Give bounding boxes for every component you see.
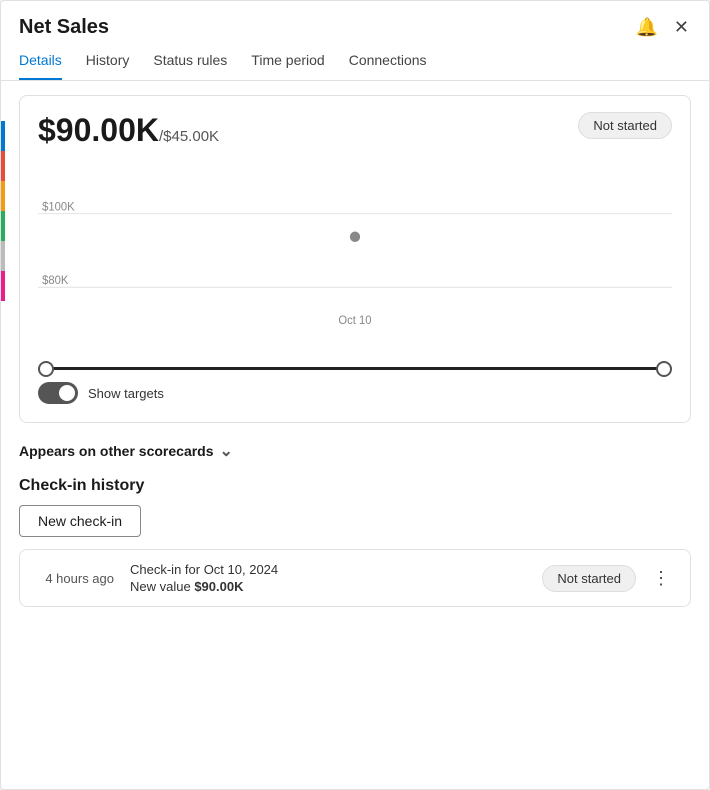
checkin-right: Not started ⋮	[542, 565, 676, 592]
chevron-down-icon: ⌄	[220, 441, 233, 461]
tab-status-rules[interactable]: Status rules	[153, 52, 227, 80]
svg-text:Oct 10: Oct 10	[338, 315, 371, 327]
range-thumb-left[interactable]	[38, 361, 54, 377]
new-checkin-button[interactable]: New check-in	[19, 505, 141, 537]
checkin-new-value: New value $90.00K	[130, 579, 526, 594]
range-slider[interactable]	[38, 367, 672, 370]
appears-on-scorecards[interactable]: Appears on other scorecards ⌄	[19, 441, 691, 461]
show-targets-toggle[interactable]	[38, 382, 78, 404]
close-icon: ✕	[674, 17, 689, 38]
toggle-label: Show targets	[88, 386, 164, 401]
metric-display: $90.00K/$45.00K	[38, 112, 219, 149]
checkin-time-ago: 4 hours ago	[34, 571, 114, 586]
checkin-status-badge: Not started	[542, 565, 636, 592]
bell-icon: 🔔	[635, 17, 657, 38]
checkin-info: Check-in for Oct 10, 2024 New value $90.…	[130, 562, 526, 594]
range-thumb-right[interactable]	[656, 361, 672, 377]
left-accent	[1, 121, 5, 321]
toggle-knob	[59, 385, 75, 401]
checkin-history-section: Check-in history New check-in 4 hours ag…	[19, 475, 691, 607]
main-content: $90.00K/$45.00K Not started $100K $80K O…	[1, 81, 709, 789]
tab-history[interactable]: History	[86, 52, 130, 80]
checkin-date: Check-in for Oct 10, 2024	[130, 562, 526, 577]
chart-svg: $100K $80K Oct 10	[38, 161, 672, 361]
tab-connections[interactable]: Connections	[349, 52, 427, 80]
tab-time-period[interactable]: Time period	[251, 52, 324, 80]
panel-title: Net Sales	[19, 16, 109, 39]
appears-on-label: Appears on other scorecards	[19, 443, 214, 459]
main-panel: Net Sales 🔔 ✕ Details History Status rul…	[0, 0, 710, 790]
tab-details[interactable]: Details	[19, 52, 62, 80]
checkin-more-button[interactable]: ⋮	[646, 566, 676, 591]
range-track	[38, 367, 672, 370]
metric-value: $90.00K	[38, 112, 159, 148]
close-button[interactable]: ✕	[672, 15, 691, 40]
metric-target: /$45.00K	[159, 128, 219, 145]
header-icons: 🔔 ✕	[633, 15, 691, 40]
bell-button[interactable]: 🔔	[633, 15, 659, 40]
checkin-value-amount: $90.00K	[194, 579, 243, 594]
toggle-row: Show targets	[38, 382, 672, 404]
status-badge: Not started	[578, 112, 672, 139]
card-top: $90.00K/$45.00K Not started	[38, 112, 672, 149]
svg-text:$80K: $80K	[42, 275, 69, 287]
tab-bar: Details History Status rules Time period…	[1, 44, 709, 81]
checkin-history-title: Check-in history	[19, 477, 691, 495]
metric-card: $90.00K/$45.00K Not started $100K $80K O…	[19, 95, 691, 423]
chart-area: $100K $80K Oct 10	[38, 161, 672, 361]
header: Net Sales 🔔 ✕	[1, 1, 709, 40]
svg-text:$100K: $100K	[42, 201, 75, 213]
checkin-item: 4 hours ago Check-in for Oct 10, 2024 Ne…	[19, 549, 691, 607]
